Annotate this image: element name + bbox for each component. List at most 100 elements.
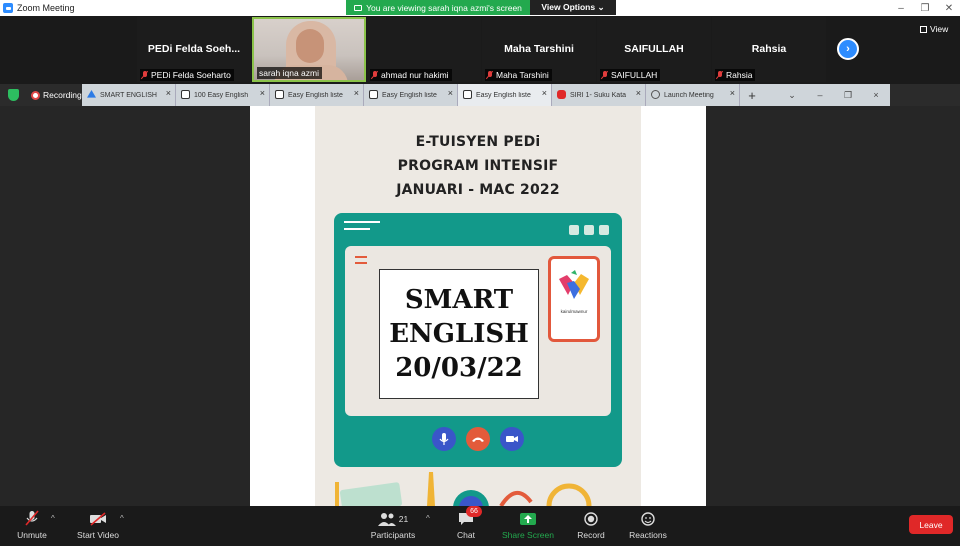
participant-tile[interactable]: SAIFULLAH SAIFULLAH	[597, 17, 711, 82]
window-controls: – ❐ ✕	[894, 0, 956, 16]
audio-options-chevron-icon[interactable]: ^	[51, 514, 55, 523]
participants-button[interactable]: 21 Participants	[366, 506, 420, 546]
participant-label: ahmad nur hakimi	[370, 69, 452, 81]
record-icon	[31, 90, 40, 100]
start-video-button[interactable]: Start Video	[72, 506, 124, 546]
participant-label: SAIFULLAH	[600, 69, 661, 81]
reactions-button[interactable]: Reactions	[626, 506, 670, 546]
tab-close-icon[interactable]: ×	[448, 88, 453, 98]
browser-tab-active[interactable]: Easy English liste ×	[458, 84, 552, 106]
tab-close-icon[interactable]: ×	[166, 88, 171, 98]
participant-name: SAIFULLAH	[624, 43, 684, 55]
drive-icon	[87, 90, 96, 98]
monitor-illustration: SMART ENGLISH 20/03/22 kairulmawnur	[334, 213, 622, 467]
participant-tile[interactable]: Maha Tarshini Maha Tarshini	[482, 17, 596, 82]
poster-line-1: E-TUISYEN PEDi	[415, 134, 541, 150]
phone-illustration: kairulmawnur	[548, 256, 600, 342]
record-icon	[584, 512, 598, 526]
mic-muted-icon	[487, 71, 493, 79]
view-label: View	[930, 24, 949, 34]
brand-name: kairulmawnur	[560, 309, 588, 314]
view-options-button[interactable]: View Options ⌄	[530, 0, 616, 15]
participant-tile[interactable]: Rahsia Rahsia	[712, 17, 826, 82]
participant-label: sarah iqna azmi	[257, 67, 323, 79]
mic-muted-icon	[602, 71, 608, 79]
participant-label-text: Rahsia	[726, 70, 753, 80]
participant-label-text: PEDi Felda Soeharto	[151, 70, 231, 80]
chat-unread-badge: 66	[466, 506, 482, 517]
start-video-label: Start Video	[77, 530, 119, 540]
stationery-decoration	[335, 472, 592, 506]
next-page-button[interactable]: ›	[837, 38, 859, 60]
mic-muted-icon	[717, 71, 723, 79]
minimize-icon[interactable]: –	[894, 3, 908, 14]
tab-close-icon[interactable]: ×	[730, 88, 735, 98]
participant-name: PEDi Felda Soeh...	[147, 43, 241, 55]
recording-label: Recording	[43, 90, 82, 100]
restore-icon[interactable]: ❐	[918, 3, 932, 14]
share-screen-icon	[520, 513, 536, 525]
tab-close-icon[interactable]: ×	[542, 88, 547, 98]
share-screen-label: Share Screen	[502, 530, 554, 540]
tab-search-icon[interactable]: ⌄	[778, 84, 806, 106]
shield-icon[interactable]	[8, 89, 19, 101]
english-text: ENGLISH	[389, 319, 529, 349]
share-screen-icon	[354, 4, 363, 11]
globe-icon	[651, 90, 660, 99]
leave-button[interactable]: Leave	[909, 515, 953, 534]
view-button[interactable]: View	[920, 24, 948, 34]
participant-tile[interactable]: ahmad nur hakimi	[367, 17, 481, 82]
mic-muted-icon	[25, 510, 39, 526]
tab-close-icon[interactable]: ×	[260, 88, 265, 98]
participants-chevron-icon[interactable]: ^	[426, 514, 430, 523]
browser-tab[interactable]: Launch Meeting ×	[646, 84, 740, 106]
unmute-button[interactable]: Unmute	[10, 506, 54, 546]
monitor-screen: SMART ENGLISH 20/03/22 kairulmawnur	[345, 246, 611, 416]
window-title: Zoom Meeting	[17, 3, 75, 13]
viewing-text: You are viewing sarah iqna azmi's screen	[366, 2, 522, 13]
zoom-window: Zoom Meeting – ❐ ✕ You are viewing sarah…	[0, 0, 960, 546]
browser-minimize-icon[interactable]: –	[806, 84, 834, 106]
class-poster: E-TUISYEN PEDi PROGRAM INTENSIF JANUARI …	[315, 106, 641, 506]
browser-restore-icon[interactable]: ❐	[834, 84, 862, 106]
tab-label: Easy English liste	[476, 91, 531, 99]
browser-tab[interactable]: SMART ENGLISH ×	[82, 84, 176, 106]
new-tab-button[interactable]: +	[740, 84, 764, 106]
mic-muted-icon	[142, 71, 148, 79]
unmute-label: Unmute	[17, 530, 47, 540]
mic-icon	[432, 427, 456, 451]
zoom-logo-icon	[3, 3, 13, 13]
share-screen-button[interactable]: Share Screen	[502, 506, 554, 546]
browser-tab[interactable]: Easy English liste ×	[364, 84, 458, 106]
participant-label: PEDi Felda Soeharto	[140, 69, 234, 81]
record-label: Record	[577, 530, 605, 540]
browser-tab[interactable]: 100 Easy English ×	[176, 84, 270, 106]
participant-tile[interactable]: PEDi Felda Soeh... PEDi Felda Soeharto	[137, 17, 251, 82]
browser-tab[interactable]: Easy English liste ×	[270, 84, 364, 106]
tab-close-icon[interactable]: ×	[636, 88, 641, 98]
video-camera-icon	[500, 427, 524, 451]
tab-label: Launch Meeting	[664, 91, 714, 99]
viewing-screen-banner: You are viewing sarah iqna azmi's screen	[346, 0, 530, 15]
bookmark-icon	[463, 90, 472, 99]
tab-label: SMART ENGLISH	[100, 91, 157, 99]
participant-label: Rahsia	[715, 69, 756, 81]
chat-label: Chat	[457, 530, 475, 540]
tab-label: Easy English liste	[288, 91, 343, 99]
video-options-chevron-icon[interactable]: ^	[120, 514, 124, 523]
tab-label: Easy English liste	[382, 91, 437, 99]
browser-tab[interactable]: SIRI 1- Suku Kata ×	[552, 84, 646, 106]
bookmark-icon	[181, 90, 190, 99]
bookmark-icon	[275, 90, 284, 99]
recording-indicator[interactable]: Recording	[31, 88, 82, 102]
title-box: SMART ENGLISH 20/03/22	[379, 269, 539, 399]
smart-text: SMART	[404, 285, 514, 315]
brand-logo-icon	[559, 270, 589, 299]
record-button[interactable]: Record	[574, 506, 608, 546]
reactions-icon	[641, 512, 655, 526]
browser-close-icon[interactable]: ×	[862, 84, 890, 106]
participant-label-text: Maha Tarshini	[496, 70, 549, 80]
participant-tile-active-speaker[interactable]: sarah iqna azmi	[252, 17, 366, 82]
close-icon[interactable]: ✕	[942, 3, 956, 14]
tab-close-icon[interactable]: ×	[354, 88, 359, 98]
